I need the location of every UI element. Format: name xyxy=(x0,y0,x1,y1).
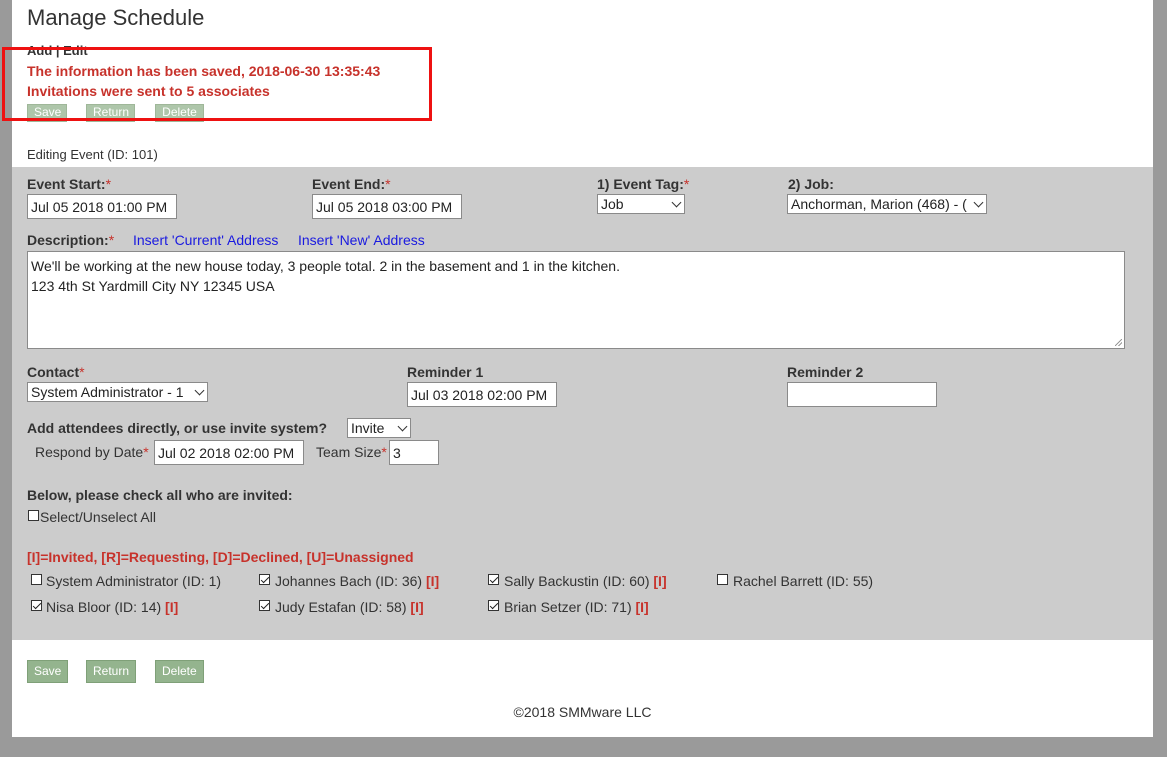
job-select[interactable]: Anchorman, Marion (468) - ( xyxy=(787,194,987,214)
status-legend: [I]=Invited, [R]=Requesting, [D]=Decline… xyxy=(27,549,414,565)
invite-heading: Below, please check all who are invited: xyxy=(27,487,293,503)
team-size-input[interactable]: 3 xyxy=(389,440,439,465)
associate-checkbox[interactable] xyxy=(31,600,42,611)
event-tag-label: 1) Event Tag:* xyxy=(597,176,690,192)
associate-label: System Administrator (ID: 1) xyxy=(46,573,222,589)
chevron-down-icon xyxy=(973,197,984,208)
associate-checkbox[interactable] xyxy=(717,574,728,585)
reminder-2-input[interactable] xyxy=(787,382,937,407)
associate-label: Nisa Bloor (ID: 14) [I] xyxy=(46,599,179,615)
chevron-down-icon xyxy=(194,385,205,396)
attendees-mode-label: Add attendees directly, or use invite sy… xyxy=(27,420,328,436)
resize-grip-icon[interactable] xyxy=(1115,339,1122,346)
invited-tag: [I] xyxy=(410,599,424,615)
editing-event-label: Editing Event (ID: 101) xyxy=(27,147,158,162)
delete-button[interactable]: Delete xyxy=(155,660,204,683)
associate-label: Judy Estafan (ID: 58) [I] xyxy=(275,599,424,615)
page-title: Manage Schedule xyxy=(27,5,205,30)
select-all-checkbox[interactable] xyxy=(28,510,39,521)
save-button[interactable]: Save xyxy=(27,660,69,683)
associate-label: Sally Backustin (ID: 60) [I] xyxy=(504,573,667,589)
job-label: 2) Job: xyxy=(788,176,834,192)
contact-select[interactable]: System Administrator - 1 xyxy=(27,382,208,402)
respond-by-input[interactable]: Jul 02 2018 02:00 PM xyxy=(154,440,304,465)
description-textarea[interactable]: We'll be working at the new house today,… xyxy=(27,251,1125,349)
footer-copyright: ©2018 SMMware LLC xyxy=(513,704,652,720)
description-label: Description:* xyxy=(27,232,115,248)
return-button[interactable]: Return xyxy=(86,660,137,683)
reminder-1-input[interactable]: Jul 03 2018 02:00 PM xyxy=(407,382,557,407)
associate-label: Brian Setzer (ID: 71) [I] xyxy=(504,599,649,615)
insert-current-address-link[interactable]: Insert 'Current' Address xyxy=(133,232,278,248)
contact-label: Contact* xyxy=(27,364,85,380)
invited-tag: [I] xyxy=(635,599,649,615)
associate-checkbox[interactable] xyxy=(259,600,270,611)
event-start-label: Event Start:* xyxy=(27,176,112,192)
highlight-box xyxy=(2,47,432,121)
description-line-1: We'll be working at the new house today,… xyxy=(31,258,620,274)
description-line-2: 123 4th St Yardmill City NY 12345 USA xyxy=(31,278,275,294)
attendees-mode-select[interactable]: Invite xyxy=(347,418,411,438)
associate-checkbox[interactable] xyxy=(31,574,42,585)
event-end-input[interactable]: Jul 05 2018 03:00 PM xyxy=(312,194,462,219)
event-tag-select[interactable]: Job xyxy=(597,194,685,214)
invited-tag: [I] xyxy=(653,573,667,589)
insert-new-address-link[interactable]: Insert 'New' Address xyxy=(298,232,425,248)
event-form: Event Start:* Jul 05 2018 01:00 PM Event… xyxy=(12,167,1153,640)
chevron-down-icon xyxy=(671,197,682,208)
associate-checkbox[interactable] xyxy=(259,574,270,585)
chevron-down-icon xyxy=(397,421,408,432)
associate-label: Rachel Barrett (ID: 55) xyxy=(733,573,874,589)
respond-by-label: Respond by Date* xyxy=(35,444,149,460)
associate-checkbox[interactable] xyxy=(488,600,499,611)
associate-checkbox[interactable] xyxy=(488,574,499,585)
invited-tag: [I] xyxy=(425,573,440,589)
invited-tag: [I] xyxy=(165,599,179,615)
select-all-label: Select/Unselect All xyxy=(40,509,156,525)
event-end-label: Event End:* xyxy=(312,176,391,192)
reminder-1-label: Reminder 1 xyxy=(407,364,484,380)
event-start-input[interactable]: Jul 05 2018 01:00 PM xyxy=(27,194,177,219)
team-size-label: Team Size* xyxy=(316,444,387,460)
reminder-2-label: Reminder 2 xyxy=(787,364,864,380)
associate-label: Johannes Bach (ID: 36) [I] xyxy=(275,573,440,589)
